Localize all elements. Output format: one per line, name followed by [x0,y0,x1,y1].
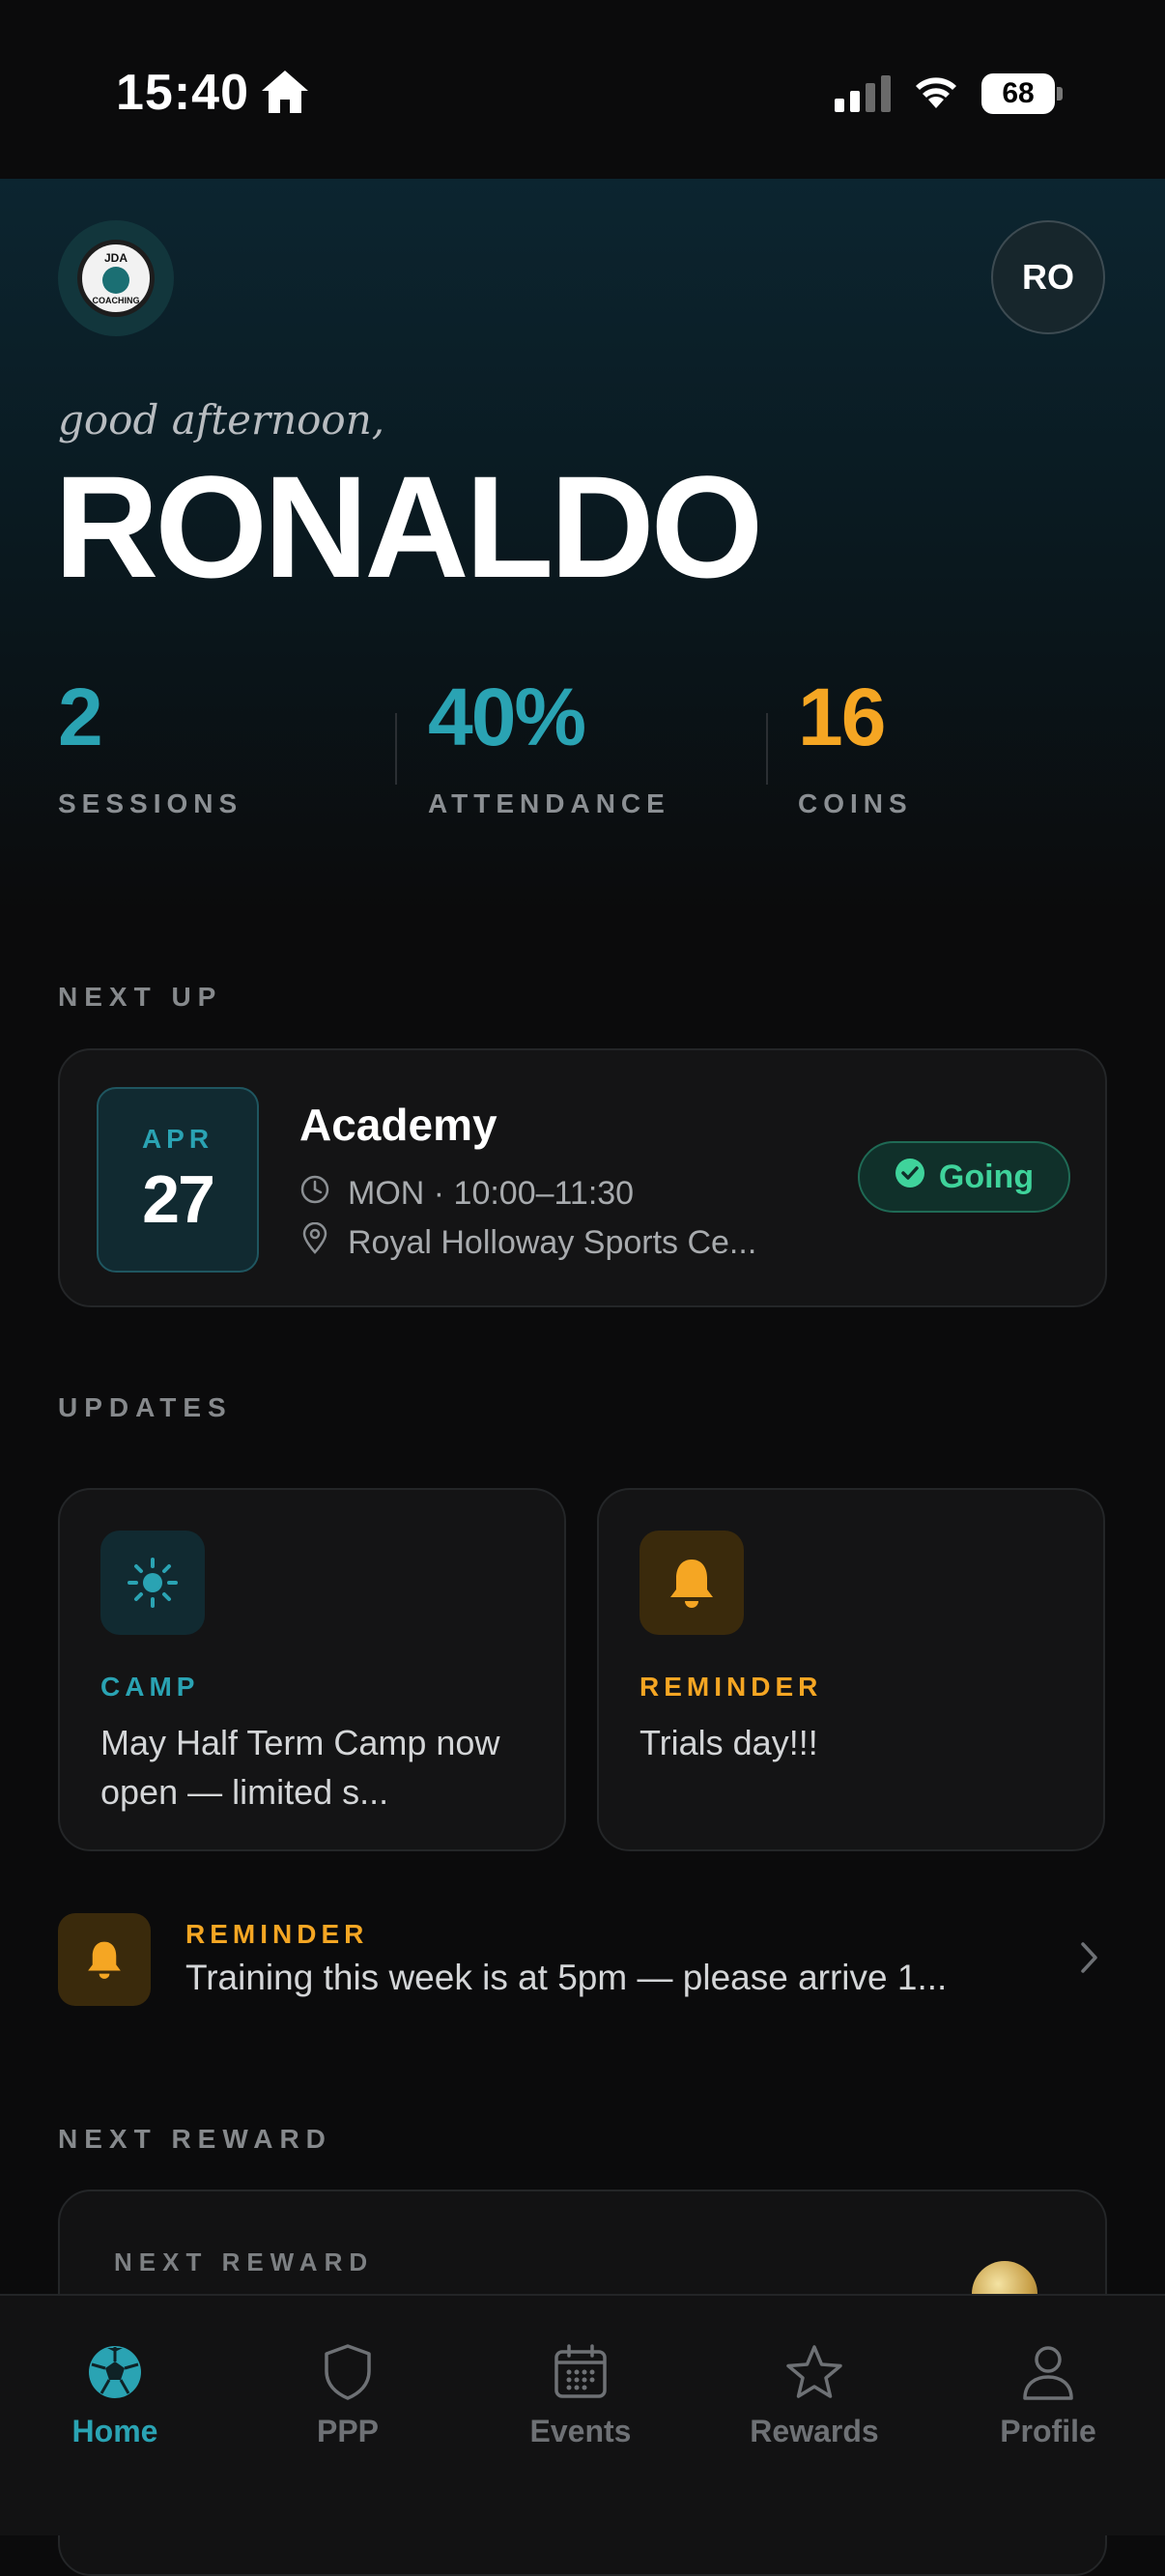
signal-icon [835,75,891,112]
location-pin-icon [299,1221,330,1264]
update-tag: REMINDER [639,1672,823,1702]
stat-label: COINS [798,788,913,818]
update-card-camp[interactable]: CAMP May Half Term Camp now open — limit… [58,1488,566,1851]
stat-value: 2 [58,672,103,762]
sun-icon [100,1531,205,1635]
update-text: May Half Term Camp now open — limited s.… [100,1723,500,1812]
section-title-updates: UPDATES [58,1392,233,1422]
soccer-ball-icon [18,2340,212,2404]
player-name: RONALDO [54,445,763,608]
rsvp-status-badge[interactable]: Going [858,1141,1070,1213]
star-icon [718,2340,911,2404]
update-tag: CAMP [100,1672,200,1702]
event-date: APR 27 [97,1087,259,1273]
event-location-row: Royal Holloway Sports Ce... [299,1221,757,1264]
reminder-list-item[interactable]: REMINDER Training this week is at 5pm — … [58,1913,1107,2010]
battery-icon: 68 [981,73,1055,114]
tab-label: Profile [1000,2414,1096,2448]
logo-text-bottom: COACHING [92,296,140,305]
person-icon [952,2340,1145,2404]
event-day: 27 [142,1161,215,1237]
event-time: MON · 10:00–11:30 [348,1175,635,1212]
tab-label: Home [71,2414,158,2448]
rsvp-status-label: Going [938,1158,1035,1195]
check-circle-icon [895,1158,925,1197]
bell-icon [639,1531,744,1635]
stat-label: ATTENDANCE [428,788,670,818]
status-time: 15:40 [116,65,249,121]
avatar[interactable]: RO [991,220,1105,334]
reminder-tag: REMINDER [185,1919,369,1949]
next-event-card[interactable]: APR 27 Academy MON · 10:00–11:30 Royal H… [58,1048,1107,1307]
tab-profile[interactable]: Profile [952,2340,1145,2449]
home-status-icon [259,68,311,121]
stat-divider [395,713,397,785]
reminder-text: Training this week is at 5pm — please ar… [185,1958,948,1997]
tab-events[interactable]: Events [484,2340,677,2449]
stat-attendance: 40% ATTENDANCE [428,676,670,819]
logo-text-top: JDA [103,251,128,265]
section-title-next-up: NEXT UP [58,982,223,1012]
stat-value: 16 [798,672,886,762]
club-logo: JDA COACHING [58,220,174,336]
tab-rewards[interactable]: Rewards [718,2340,911,2449]
battery-cap [1057,87,1063,100]
calendar-icon [484,2340,677,2404]
event-month: APR [141,1124,214,1154]
update-card-reminder[interactable]: REMINDER Trials day!!! [597,1488,1105,1851]
event-title: Academy [299,1100,497,1150]
chevron-right-icon [1078,1938,1101,1982]
tab-home[interactable]: Home [18,2340,212,2449]
update-text: Trials day!!! [639,1723,818,1762]
bell-icon [58,1913,151,2006]
stat-coins: 16 COINS [798,676,913,819]
tab-label: Rewards [750,2414,879,2448]
tab-label: PPP [316,2414,380,2448]
shield-icon [251,2340,444,2404]
clock-icon [299,1174,330,1214]
tab-ppp[interactable]: PPP [251,2340,444,2449]
event-location: Royal Holloway Sports Ce... [348,1224,757,1261]
stat-label: SESSIONS [58,788,243,818]
section-title-next-reward: NEXT REWARD [58,2124,332,2154]
greeting: good afternoon, [58,396,385,444]
stat-value: 40% [428,672,586,762]
stat-sessions: 2 SESSIONS [58,676,242,819]
wifi-icon [910,70,962,115]
stat-divider [766,713,768,785]
tab-label: Events [529,2414,632,2448]
event-time-row: MON · 10:00–11:30 [299,1174,634,1214]
reward-card-label: NEXT REWARD [114,2247,375,2276]
tab-bar: Home PPP Events Rewards Profile [0,2294,1165,2535]
